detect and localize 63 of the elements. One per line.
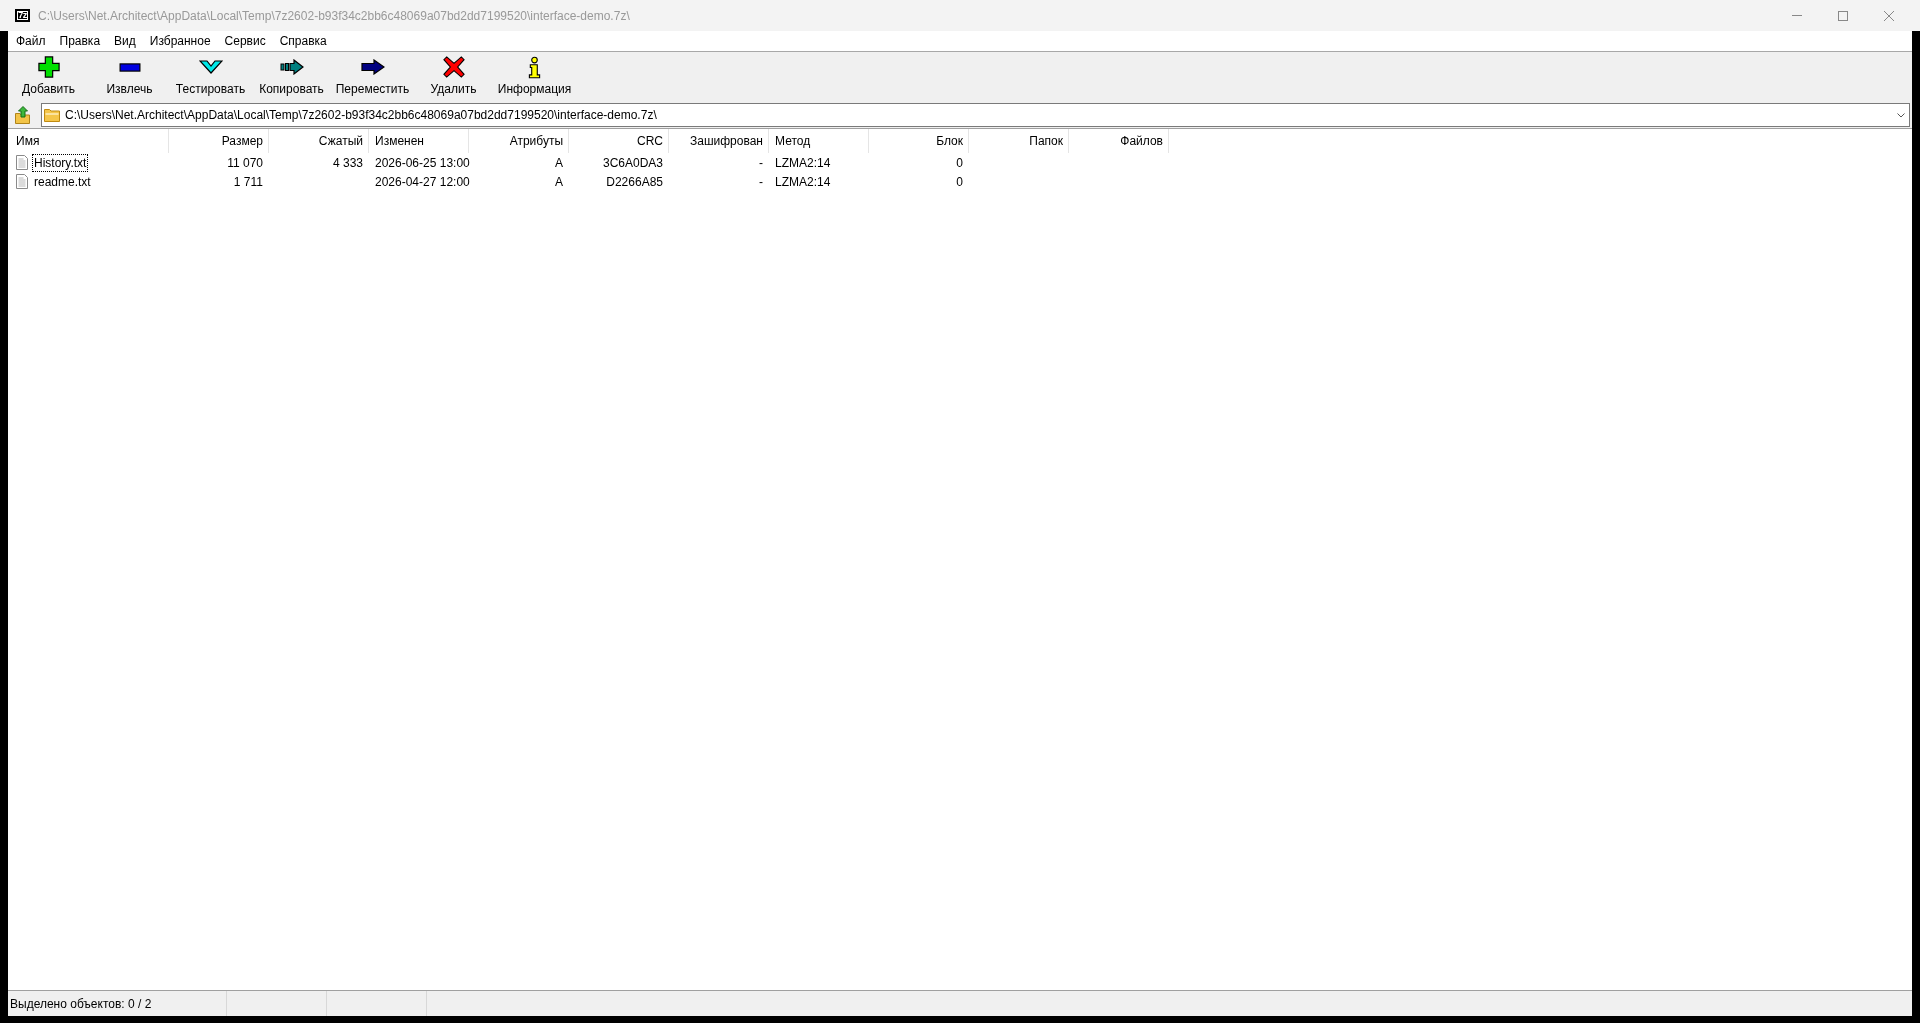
file-name: History.txt [32,153,89,172]
dashed-arrow-icon [279,59,304,75]
toolbar-button[interactable]: Извлечь [89,52,170,102]
file-size: 1 711 [233,174,263,189]
column-header[interactable]: Сжатый [269,129,369,153]
file-row[interactable]: History.txt 11 070 4 333 2026-06-25 13:00 A 3C6A0DA3 - LZMA2:14 0 [8,153,1912,172]
block-value: 0 [956,155,963,170]
menu-item[interactable]: Избранное [142,32,218,50]
column-header[interactable]: Папок [969,129,1069,153]
column-header[interactable]: Атрибуты [469,129,569,153]
toolbar-button[interactable]: Удалить [413,52,494,102]
column-header[interactable]: Файлов [1069,129,1169,153]
modified-date: 2026-04-27 12:00 [375,174,470,189]
status-text: Выделено объектов: 0 / 2 [10,996,152,1011]
menu-item[interactable]: Правка [52,32,108,50]
minimize-icon [1792,15,1802,16]
app-logo: 7z [15,9,30,22]
attributes-value: A [555,155,563,170]
column-header[interactable]: Имя [8,129,169,153]
toolbar-button[interactable]: Копировать [251,52,332,102]
method-value: LZMA2:14 [775,174,831,189]
arrow-right-icon [360,59,385,75]
block-value: 0 [956,174,963,189]
file-row[interactable]: readme.txt 1 711 2026-04-27 12:00 A D2266A85 - LZMA2:14 0 [8,172,1912,191]
column-header[interactable]: CRC [569,129,669,153]
file-size: 11 070 [227,155,263,170]
crc-value: D2266A85 [606,174,663,189]
cross-icon [442,56,465,78]
method-value: LZMA2:14 [775,155,831,170]
minus-icon [118,62,141,72]
column-header[interactable]: Метод [769,129,869,153]
column-header[interactable]: Размер [169,129,269,153]
plus-icon [37,56,60,78]
encryption-value: - [759,174,763,189]
text-file-icon [16,174,28,189]
menu-item[interactable]: Файл [9,32,53,50]
chevron-icon [198,60,223,74]
menu-item[interactable]: Вид [107,32,143,50]
packed-size: 4 333 [332,155,363,170]
address-field[interactable]: C:\Users\Net.Architect\AppData\Local\Temp\7z2602-b93f34c2bb6c48069a07bd2dd7199520\interface-demo.7z\ [41,103,1910,127]
crc-value: 3C6A0DA3 [602,155,663,170]
file-name: readme.txt [33,173,92,191]
attributes-value: A [555,174,563,189]
modified-date: 2026-06-25 13:00 [375,155,470,170]
column-header[interactable]: Блок [869,129,969,153]
toolbar-button[interactable]: Переместить [332,52,413,102]
encryption-value: - [759,155,763,170]
window-title: C:\Users\Net.Architect\AppData\Local\Temp\7z2602-b93f34c2bb6c48069a07bd2dd7199520\interface-demo.7z\ [38,8,630,23]
text-file-icon [16,155,28,170]
chevron-down-icon[interactable] [1897,112,1905,118]
toolbar-button[interactable]: Добавить [8,52,89,102]
close-icon [1884,10,1894,21]
column-header[interactable]: Зашифрован [669,129,769,153]
toolbar-button[interactable]: Тестировать [170,52,251,102]
maximize-icon [1838,10,1848,21]
info-icon [528,55,541,79]
folder-up-button[interactable] [15,106,30,124]
folder-up-icon [15,106,30,124]
menu-item[interactable]: Справка [272,32,334,50]
folder-icon [44,108,60,122]
menu-item[interactable]: Сервис [217,32,273,50]
toolbar-button[interactable]: Информация [494,52,575,102]
column-header[interactable]: Изменен [369,129,469,153]
